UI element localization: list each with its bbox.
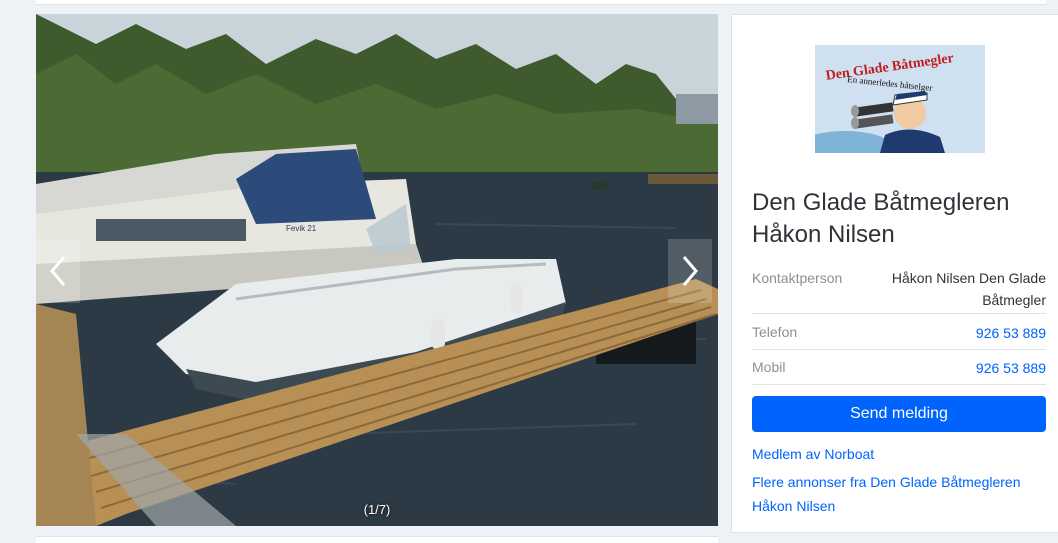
phone-row: Telefon 926 53 889 — [752, 321, 1046, 350]
send-message-button[interactable]: Send melding — [752, 396, 1046, 432]
norboat-member-link[interactable]: Medlem av Norboat — [752, 442, 874, 466]
contact-person-value: Håkon Nilsen Den Glade Båtmegler — [891, 270, 1046, 308]
dealer-card: Den Glade Båtmegler En annerledes båtsel… — [731, 14, 1058, 533]
contact-person-row: Kontaktperson Håkon Nilsen Den Glade Båt… — [752, 267, 1046, 314]
mobile-link[interactable]: 926 53 889 — [772, 356, 1046, 380]
top-card-edge — [36, 0, 1046, 5]
contact-person-label: Kontaktperson — [752, 270, 843, 286]
chevron-left-icon — [50, 256, 66, 286]
image-gallery[interactable]: Fevik 21 (1/7) — [36, 14, 718, 526]
more-ads-link[interactable]: Flere annonser fra Den Glade Båtmegleren… — [752, 470, 1052, 518]
next-image-button[interactable] — [668, 239, 712, 303]
boat-photo: Fevik 21 — [36, 14, 718, 526]
image-counter: (1/7) — [363, 502, 391, 517]
hull-text: Fevik 21 — [286, 224, 317, 233]
previous-image-button[interactable] — [36, 239, 80, 303]
mobile-row: Mobil 926 53 889 — [752, 356, 1046, 385]
dealer-name: Den Glade Båtmegleren Håkon Nilsen — [752, 189, 1010, 248]
chevron-right-icon — [682, 256, 698, 286]
phone-link[interactable]: 926 53 889 — [772, 321, 1046, 345]
dealer-logo[interactable]: Den Glade Båtmegler En annerledes båtsel… — [815, 45, 985, 153]
